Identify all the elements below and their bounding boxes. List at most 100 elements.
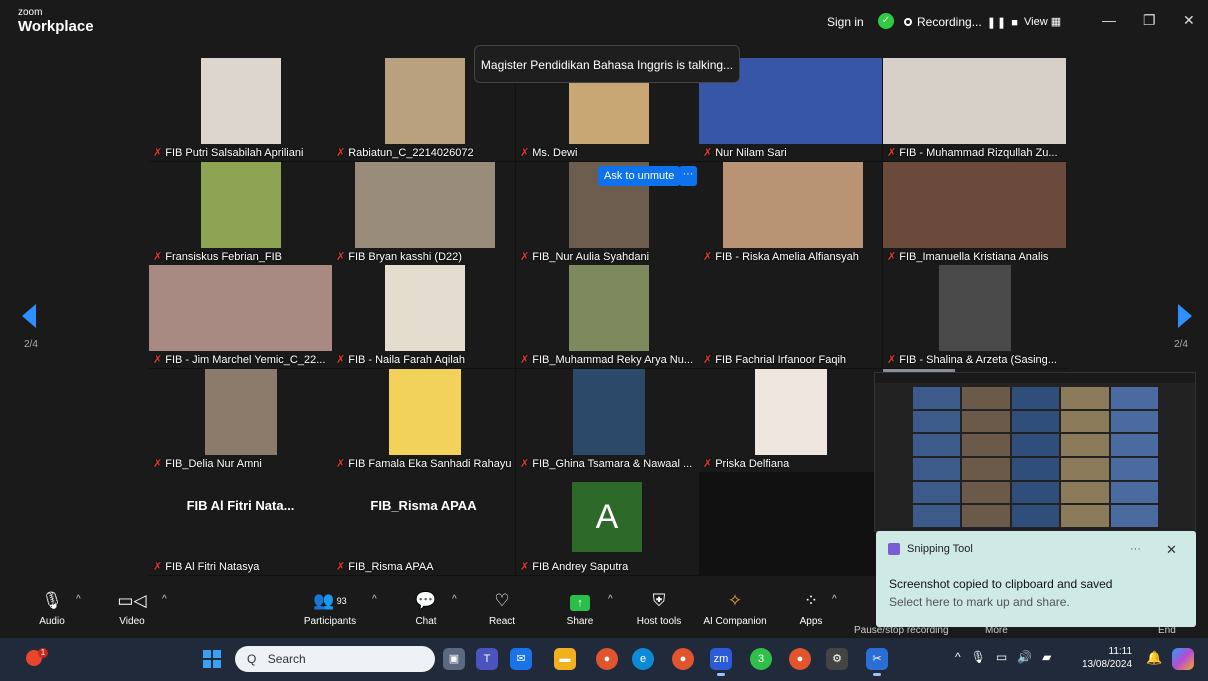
apps-options-caret[interactable]: ^ [832,594,837,605]
video-button[interactable]: ▭◁ Video [116,590,148,627]
snipping-tool-icon [888,543,900,555]
maximize-button[interactable]: ❐ [1143,12,1156,29]
share-button[interactable]: ↑ Share [562,590,598,627]
participant-tile[interactable]: A ✗ FIB Andrey Saputra [516,472,699,575]
next-page-arrow-icon[interactable] [1178,304,1192,328]
participants-options-caret[interactable]: ^ [372,594,377,605]
participant-video [939,265,1011,351]
participant-name-text: FIB - Shalina & Arzeta (Sasing... [899,353,1057,366]
sign-in-link[interactable]: Sign in [827,15,864,29]
muted-mic-icon: ✗ [703,458,713,470]
chrome-icon[interactable]: ● [596,648,618,670]
participant-tile[interactable]: ✗ FIB_Muhammad Reky Arya Nu... [516,265,699,368]
chat-button[interactable]: 💬 Chat [410,590,442,627]
participant-tile[interactable]: ✗ FIB Fachrial Irfanoor Faqih [699,265,882,368]
thumbnail-tile [1011,410,1060,433]
participant-name: ✗ FIB Putri Salsabilah Apriliani [153,146,303,160]
copilot-icon[interactable] [1172,648,1194,670]
thumbnail-tile [913,434,961,456]
apps-button[interactable]: ⁘ Apps [796,590,826,627]
audio-button[interactable]: 🎙 Audio [36,590,68,627]
participant-tile[interactable]: ✗ FIB_Ghina Tsamara & Nawaal ... [516,369,699,472]
zoom-taskbar-icon[interactable]: zm [710,648,732,676]
chrome-profile-icon[interactable]: ● [672,648,694,670]
edge-icon[interactable]: e [632,648,654,670]
task-view-icon[interactable]: ▣ [443,648,465,670]
share-options-caret[interactable]: ^ [608,594,613,605]
participant-tile[interactable]: ✗ FIB Bryan kasshi (D22) [332,162,515,265]
participant-video [389,369,461,455]
participants-label: Participants [303,616,357,627]
participant-tile[interactable]: ✗ FIB_Delia Nur Amni [149,369,332,472]
participant-name: ✗ Priska Delfiana [703,457,789,471]
react-button[interactable]: ♡ React [484,590,520,627]
participant-name-text: FIB_Ghina Tsamara & Nawaal ... [532,457,693,470]
participant-tile[interactable]: FIB Al Fitri Nata... ✗ FIB Al Fitri Natasy… [149,472,332,575]
battery-icon[interactable]: ▰ [1042,650,1051,664]
participant-tile[interactable]: ✗ FIB - Shalina & Arzeta (Sasing... [883,265,1066,368]
participant-more-button[interactable]: ··· [679,166,697,186]
participant-name: ✗ FIB_Ghina Tsamara & Nawaal ... [520,457,693,471]
host-tools-button[interactable]: ⛨ Host tools [633,590,685,627]
participant-tile[interactable]: ✗ FIB - Jim Marchel Yemic_C_22... [149,265,332,368]
clock[interactable]: 11:11 13/08/2024 [1082,645,1132,671]
share-label: Share [566,616,594,627]
thumbnail-tile [1110,481,1158,504]
participant-video [573,369,645,455]
thumbnail-tile [962,505,1010,527]
notification-bell-icon[interactable]: 🔔 [1146,650,1162,666]
microphone-tray-icon[interactable]: 🎙 [971,650,986,664]
snipping-tool-taskbar-icon[interactable]: ✂ [866,648,888,676]
chat-options-caret[interactable]: ^ [452,594,457,605]
taskbar-search-box[interactable]: Q Search [235,646,435,672]
participant-tile[interactable]: ✗ FIB - Naila Farah Aqilah [332,265,515,368]
participant-tile[interactable]: ✗ FIB - Riska Amelia Alfiansyah [699,162,882,265]
muted-mic-icon: ✗ [703,251,713,263]
network-icon[interactable]: ▭ [996,650,1007,664]
view-button[interactable]: View ▦ [1024,15,1061,28]
video-options-caret[interactable]: ^ [162,594,167,605]
participant-name: ✗ FIB - Naila Farah Aqilah [336,353,465,367]
participant-tile[interactable]: ✗ Fransiskus Febrian_FIB [149,162,332,265]
whatsapp-icon[interactable]: 3 [750,648,772,670]
snip-more-button[interactable]: ··· [1130,543,1141,555]
settings-gear-icon[interactable]: ⚙ [826,648,848,670]
snip-header: Snipping Tool [888,543,973,555]
ai-companion-button[interactable]: ✧ AI Companion [700,590,770,627]
participant-name-text: Nur Nilam Sari [715,146,787,159]
previous-page-arrow-icon[interactable] [22,304,36,328]
participant-tile[interactable]: ✗ FIB_Imanuella Kristiana Analis [883,162,1066,265]
start-button[interactable] [203,650,221,668]
muted-mic-icon: ✗ [520,354,530,366]
audio-label: Audio [39,616,65,627]
recording-controls[interactable]: ❚❚ ■ [987,16,1019,29]
chrome-profile-2-icon[interactable]: ● [789,648,811,670]
participant-name-text: FIB Bryan kasshi (D22) [348,250,462,263]
audio-options-caret[interactable]: ^ [76,594,81,605]
thumbnail-tile [1110,457,1158,480]
participant-video [201,162,281,248]
teams-icon[interactable]: T [476,648,498,670]
shield-check-icon[interactable]: ✓ [878,13,894,29]
volume-icon[interactable]: 🔊 [1017,650,1032,664]
snipping-tool-notification[interactable]: Snipping Tool ··· ✕ Screenshot copied to… [876,531,1196,627]
participant-tile[interactable]: ✗ FIB - Muhammad Rizqullah Zu... [883,58,1066,161]
participant-tile[interactable]: ✗ Priska Delfiana [699,369,882,472]
muted-mic-icon: ✗ [887,251,897,263]
participants-button[interactable]: 👥 93 Participants [300,590,360,627]
screenshot-thumbnail[interactable] [874,372,1196,532]
participant-name-text: FIB_Delia Nur Amni [165,457,262,470]
close-button[interactable]: ✕ [1183,12,1195,29]
minimize-button[interactable]: — [1102,12,1116,28]
participant-tile[interactable]: ✗ FIB Famala Eka Sanhadi Rahayu [332,369,515,472]
participant-tile[interactable]: FIB_Risma APAA ✗ FIB_Risma APAA [332,472,515,575]
video-camera-icon: ▭◁ [117,591,147,610]
mail-icon[interactable]: ✉ [510,648,532,670]
tray-overflow-caret[interactable]: ^ [955,650,961,664]
widgets-icon[interactable]: 1 [24,648,48,670]
participant-tile[interactable]: ✗ FIB Putri Salsabilah Apriliani [149,58,332,161]
snip-close-button[interactable]: ✕ [1166,542,1177,558]
file-explorer-icon[interactable]: ▬ [554,648,576,670]
ask-to-unmute-button[interactable]: Ask to unmute [598,166,681,186]
recording-indicator[interactable]: Recording... ❚❚ ■ [904,15,1019,29]
